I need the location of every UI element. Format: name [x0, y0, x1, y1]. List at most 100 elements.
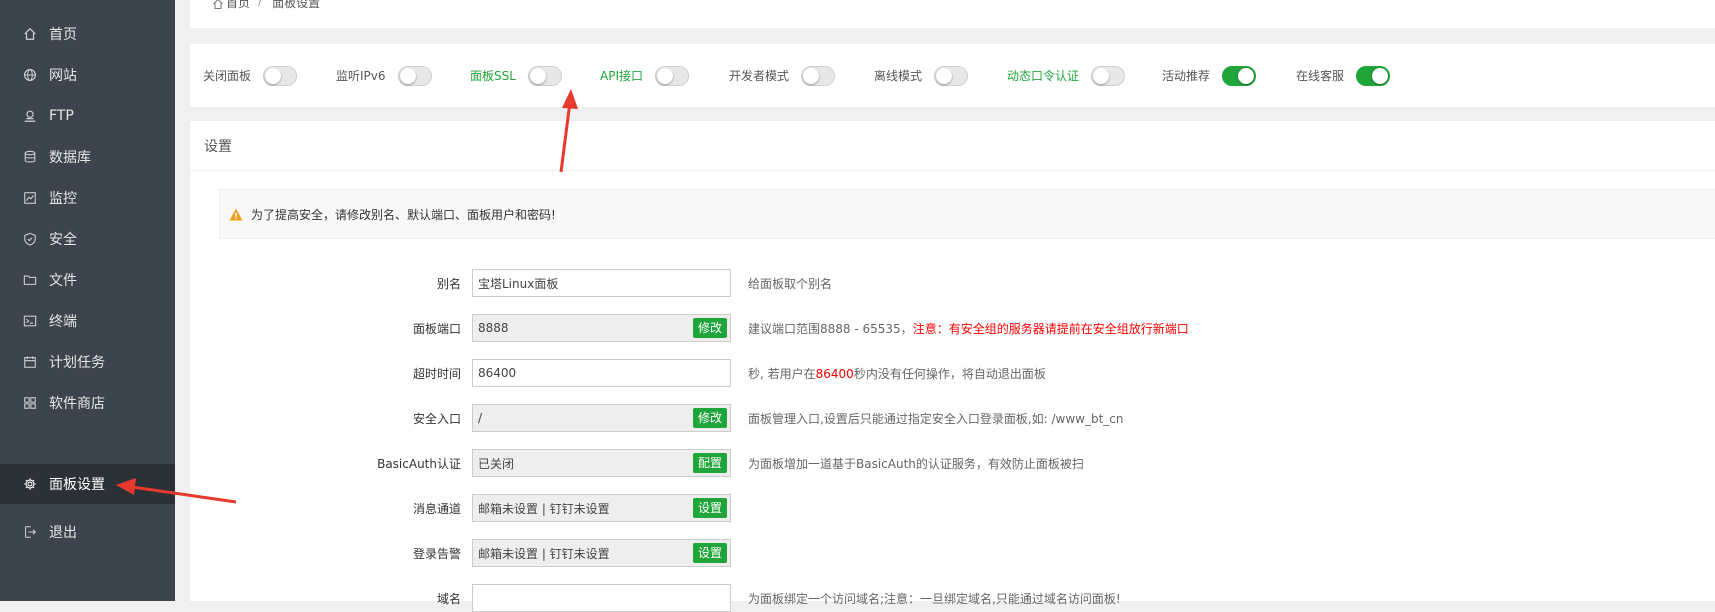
setting-domain: 域名 为面板绑定一个访问域名;注意：一旦绑定域名,只能通过域名访问面板! [190, 584, 1121, 612]
sidebar-item-home[interactable]: 首页 [0, 14, 175, 54]
setting-security-entry: 安全入口 / 修改 面板管理入口,设置后只能通过指定安全入口登录面板,如: /ww… [190, 404, 1124, 432]
sidebar-item-monitor[interactable]: 监控 [0, 178, 175, 218]
toggle-close-panel[interactable]: 关闭面板 [203, 44, 298, 107]
breadcrumb-home[interactable]: 首页 [226, 0, 250, 11]
sidebar-item-panel-settings[interactable]: 面板设置 [0, 464, 175, 504]
sidebar-item-label: 计划任务 [49, 355, 105, 371]
toggle-switch[interactable] [263, 65, 298, 86]
setting-help: 秒, 若用户在86400秒内没有任何操作，将自动退出面板 [748, 366, 1046, 381]
security-entry-input[interactable]: / 修改 [472, 404, 731, 432]
ftp-icon [23, 109, 37, 123]
domain-input[interactable] [472, 584, 731, 612]
sidebar: 首页 网站 FTP 数据库 监控 安全 文件 终端 计划任务 软件商店 面板设置 [0, 0, 175, 601]
terminal-icon [23, 314, 37, 328]
toggle-switch[interactable] [397, 65, 432, 86]
setting-help: 为面板增加一道基于BasicAuth的认证服务，有效防止面板被扫 [748, 456, 1084, 471]
main-content: 首页 / 面板设置 关闭面板 监听IPv6 面板SSL API接口 开发者模式 … [175, 0, 1715, 612]
message-channel-input[interactable]: 邮箱未设置 | 钉钉未设置 设置 [472, 494, 731, 522]
folder-icon [23, 273, 37, 287]
sidebar-item-cron[interactable]: 计划任务 [0, 342, 175, 382]
breadcrumb-separator: / [258, 0, 263, 8]
basicauth-input[interactable]: 已关闭 配置 [472, 449, 731, 477]
monitor-icon [23, 191, 37, 205]
home-icon[interactable] [212, 0, 224, 10]
login-alert-input[interactable]: 邮箱未设置 | 钉钉未设置 设置 [472, 539, 731, 567]
toggle-label: 在线客服 [1296, 69, 1345, 83]
timeout-input[interactable]: 86400 [472, 359, 731, 387]
sidebar-item-label: 安全 [49, 232, 77, 248]
toggle-bar: 关闭面板 监听IPv6 面板SSL API接口 开发者模式 离线模式 动态口令认… [190, 44, 1715, 107]
toggle-switch[interactable] [1222, 65, 1257, 86]
toggle-label: 离线模式 [874, 69, 923, 83]
sidebar-item-label: 文件 [49, 273, 77, 289]
login-alert-set-button[interactable]: 设置 [692, 543, 727, 563]
port-input[interactable]: 8888 修改 [472, 314, 731, 342]
setting-label: 消息通道 [412, 501, 461, 516]
setting-label: 域名 [436, 591, 461, 606]
setting-login-alert: 登录告警 邮箱未设置 | 钉钉未设置 设置 [190, 539, 731, 567]
toggle-offline[interactable]: 离线模式 [874, 44, 969, 107]
security-alert: 为了提高安全，请修改别名、默认端口、面板用户和密码! [219, 189, 1715, 239]
alias-input[interactable]: 宝塔Linux面板 [472, 269, 731, 297]
toggle-promotions[interactable]: 活动推荐 [1162, 44, 1257, 107]
toggle-switch[interactable] [1091, 65, 1126, 86]
sidebar-item-label: 监控 [49, 191, 77, 207]
setting-label: 别名 [436, 276, 461, 291]
logout-icon [23, 525, 37, 539]
toggle-dev-mode[interactable]: 开发者模式 [729, 44, 836, 107]
sidebar-item-store[interactable]: 软件商店 [0, 383, 175, 423]
sidebar-item-logout[interactable]: 退出 [0, 512, 175, 552]
sidebar-item-database[interactable]: 数据库 [0, 137, 175, 177]
setting-label: 面板端口 [412, 321, 461, 336]
setting-label: 安全入口 [412, 411, 461, 426]
toggle-label: 开发者模式 [729, 69, 790, 83]
toggle-ipv6[interactable]: 监听IPv6 [336, 44, 432, 107]
gear-icon [23, 477, 37, 491]
toggle-label: 监听IPv6 [336, 69, 386, 83]
sidebar-item-label: 首页 [49, 27, 77, 43]
setting-label: BasicAuth认证 [377, 456, 461, 471]
sidebar-item-label: 退出 [49, 525, 77, 541]
setting-basicauth: BasicAuth认证 已关闭 配置 为面板增加一道基于BasicAuth的认证服… [190, 449, 1084, 477]
apps-icon [23, 396, 37, 410]
sidebar-item-ftp[interactable]: FTP [0, 96, 175, 136]
globe-icon [23, 68, 37, 82]
panel-title: 设置 [190, 121, 1715, 171]
sidebar-item-label: 软件商店 [49, 396, 105, 412]
sidebar-item-files[interactable]: 文件 [0, 260, 175, 300]
setting-help: 给面板取个别名 [748, 276, 833, 291]
sidebar-item-label: 网站 [49, 68, 77, 84]
toggle-switch[interactable] [1356, 65, 1391, 86]
toggle-online-support[interactable]: 在线客服 [1296, 44, 1391, 107]
toggle-label: 面板SSL [470, 69, 516, 83]
sidebar-item-label: 面板设置 [49, 477, 105, 493]
setting-port: 面板端口 8888 修改 建议端口范围8888 - 65535，注意：有安全组的服… [190, 314, 1189, 342]
home-icon [23, 27, 37, 41]
toggle-switch[interactable] [801, 65, 836, 86]
database-icon [23, 150, 37, 164]
sidebar-item-label: FTP [49, 108, 74, 124]
toggle-switch[interactable] [934, 65, 969, 86]
entry-modify-button[interactable]: 修改 [692, 408, 727, 428]
setting-help: 为面板绑定一个访问域名;注意：一旦绑定域名,只能通过域名访问面板! [748, 591, 1121, 606]
setting-label: 超时时间 [412, 366, 461, 381]
setting-message-channel: 消息通道 邮箱未设置 | 钉钉未设置 设置 [190, 494, 731, 522]
breadcrumb: 首页 / 面板设置 [190, 0, 1715, 28]
sidebar-item-terminal[interactable]: 终端 [0, 301, 175, 341]
sidebar-item-security[interactable]: 安全 [0, 219, 175, 259]
toggle-switch[interactable] [527, 65, 562, 86]
toggle-2fa[interactable]: 动态口令认证 [1007, 44, 1126, 107]
basicauth-config-button[interactable]: 配置 [692, 453, 727, 473]
toggle-label: 关闭面板 [203, 69, 252, 83]
toggle-panel-ssl[interactable]: 面板SSL [470, 44, 562, 107]
alert-text: 为了提高安全，请修改别名、默认端口、面板用户和密码! [251, 207, 556, 222]
setting-label: 登录告警 [412, 546, 461, 561]
port-modify-button[interactable]: 修改 [692, 318, 727, 338]
toggle-api[interactable]: API接口 [600, 44, 689, 107]
sidebar-item-website[interactable]: 网站 [0, 55, 175, 95]
warning-icon [229, 208, 243, 221]
message-channel-set-button[interactable]: 设置 [692, 498, 727, 518]
settings-panel: 设置 为了提高安全，请修改别名、默认端口、面板用户和密码! 别名 宝塔Linux… [190, 121, 1715, 612]
toggle-switch[interactable] [655, 65, 689, 86]
setting-timeout: 超时时间 86400 秒, 若用户在86400秒内没有任何操作，将自动退出面板 [190, 359, 1046, 387]
